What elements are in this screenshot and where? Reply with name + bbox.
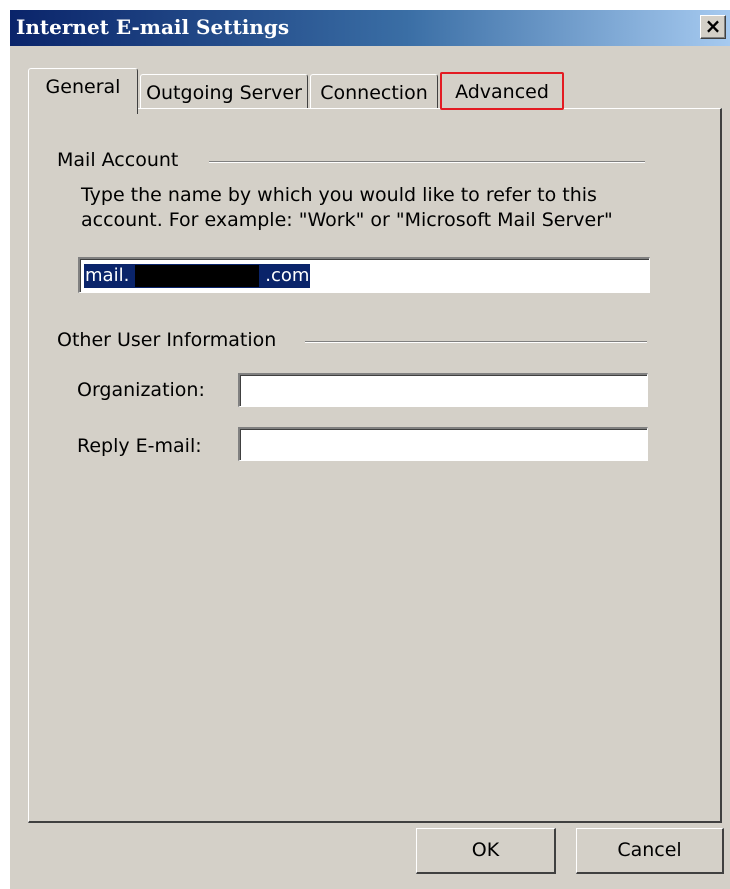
other-user-info-heading: Other User Information	[57, 329, 277, 351]
mail-account-divider	[209, 161, 645, 163]
window-title: Internet E-mail Settings	[16, 15, 290, 39]
tab-general[interactable]: General	[28, 68, 138, 114]
reply-email-label: Reply E-mail:	[77, 435, 202, 457]
account-name-suffix: .com	[265, 265, 310, 286]
cancel-button[interactable]: Cancel	[576, 828, 724, 874]
mail-account-heading: Mail Account	[57, 149, 179, 171]
selected-account-name: mail. .com	[84, 264, 311, 288]
redacted-block	[135, 265, 260, 287]
organization-input[interactable]	[238, 373, 648, 407]
other-user-info-divider	[305, 341, 647, 343]
tab-panel-general: Mail Account Type the name by which you …	[28, 108, 722, 823]
tab-outgoing-server[interactable]: Outgoing Server	[140, 74, 308, 112]
tab-advanced[interactable]: Advanced	[440, 72, 564, 110]
mail-account-description-line2: account. For example: "Work" or "Microso…	[81, 209, 613, 231]
reply-email-input[interactable]	[238, 427, 648, 461]
account-name-prefix: mail.	[85, 265, 130, 286]
tab-connection[interactable]: Connection	[310, 74, 438, 112]
ok-button[interactable]: OK	[416, 828, 556, 874]
internet-email-settings-dialog: Internet E-mail Settings × General Outgo…	[10, 10, 730, 889]
mail-account-name-input[interactable]: mail. .com	[78, 257, 650, 293]
close-icon[interactable]: ×	[700, 15, 726, 39]
organization-label: Organization:	[77, 379, 205, 401]
title-bar[interactable]: Internet E-mail Settings ×	[10, 10, 730, 46]
mail-account-description-line1: Type the name by which you would like to…	[81, 184, 597, 206]
